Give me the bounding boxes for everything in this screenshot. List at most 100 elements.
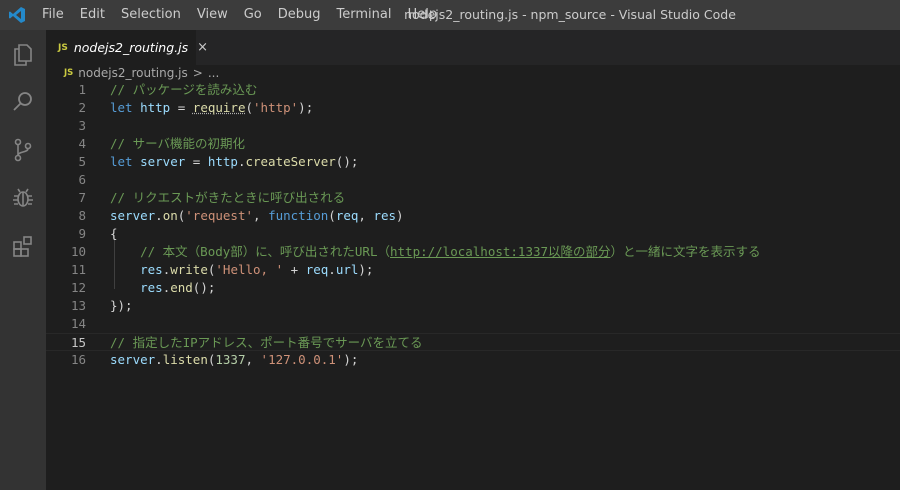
code-text: // 指定したIPアドレス、ポート番号でサーバを立てる [110, 334, 423, 352]
code-token: { [110, 226, 118, 241]
code-line[interactable]: 2 let http = require('http'); [46, 99, 900, 117]
breadcrumb-file[interactable]: nodejs2_routing.js [78, 66, 187, 80]
debug-icon[interactable] [0, 174, 46, 222]
line-number: 9 [78, 226, 86, 241]
code-text: }); [110, 297, 133, 315]
code-line[interactable]: 9{ [46, 225, 900, 243]
code-line[interactable]: 6 [46, 171, 900, 189]
breadcrumb: JS nodejs2_routing.js > ... [46, 65, 900, 81]
js-file-icon: JS [58, 42, 68, 53]
line-number: 1 [78, 82, 86, 97]
code-token: ）と一緒に文字を表示する [610, 244, 761, 259]
code-token: 'Hello, ' [215, 262, 284, 277]
activity-bar [0, 30, 46, 490]
code-token: end [170, 280, 193, 295]
line-number: 8 [78, 208, 86, 223]
code-line[interactable]: 11 res.write('Hello, ' + req.url); [46, 261, 900, 279]
code-line[interactable]: 4 // サーバ機能の初期化 [46, 135, 900, 153]
code-token: req [335, 208, 359, 223]
code-line[interactable]: 3 [46, 117, 900, 135]
code-text: server.listen(1337, '127.0.0.1'); [110, 351, 358, 369]
code-token: 'http' [253, 100, 299, 115]
code-token: let [110, 154, 141, 169]
code-token: // 本文（Body部）に、呼び出されたURL（ [110, 244, 390, 259]
menu-item-help[interactable]: Help [399, 0, 445, 30]
menu-item-terminal[interactable]: Terminal [329, 0, 400, 30]
code-token: on [162, 208, 178, 223]
chevron-right-icon: > [192, 66, 203, 80]
menu-item-file[interactable]: File [34, 0, 72, 30]
code-line[interactable]: 16 server.listen(1337, '127.0.0.1'); [46, 351, 900, 369]
line-number: 3 [78, 118, 86, 133]
line-number: 13 [70, 298, 86, 313]
code-text: res.end(); [110, 279, 215, 297]
code-token: ( [328, 208, 336, 223]
code-token: , [358, 208, 374, 223]
extensions-icon[interactable] [0, 222, 46, 270]
code-line[interactable]: 13}); [46, 297, 900, 315]
code-line[interactable]: 15 // 指定したIPアドレス、ポート番号でサーバを立てる [46, 333, 900, 351]
js-file-icon: JS [64, 68, 74, 78]
code-token: res [373, 208, 397, 223]
code-token: 'request' [185, 208, 254, 223]
code-token: require [192, 100, 246, 115]
tab-nodejs2-routing[interactable]: JS nodejs2_routing.js × [46, 30, 208, 65]
code-token: = [170, 100, 193, 115]
code-token: . [328, 262, 336, 277]
code-token: + [283, 262, 306, 277]
code-token: http://localhost:1337以降の部分 [390, 244, 611, 259]
code-token: (); [192, 280, 216, 295]
code-text: let server = http.createServer(); [110, 153, 358, 171]
menu-item-debug[interactable]: Debug [270, 0, 329, 30]
code-line[interactable]: 10 // 本文（Body部）に、呼び出されたURL（http://localh… [46, 243, 900, 261]
code-token: http [207, 154, 238, 169]
code-text: // サーバ機能の初期化 [110, 135, 245, 153]
code-text: let http = require('http'); [110, 99, 313, 117]
code-token: function [268, 208, 329, 223]
code-token: server [110, 208, 156, 223]
line-number: 16 [70, 352, 86, 367]
code-token: ); [343, 352, 359, 367]
code-token: (); [335, 154, 359, 169]
line-number: 14 [70, 316, 86, 331]
code-token: '127.0.0.1' [260, 352, 344, 367]
line-number: 2 [78, 100, 86, 115]
tab-label: nodejs2_routing.js [73, 40, 189, 55]
code-text: { [110, 225, 118, 243]
code-line[interactable]: 12 res.end(); [46, 279, 900, 297]
line-number: 7 [78, 190, 86, 205]
menu-item-edit[interactable]: Edit [72, 0, 113, 30]
menu-item-selection[interactable]: Selection [113, 0, 189, 30]
code-line[interactable]: 14 [46, 315, 900, 333]
code-line[interactable]: 7 // リクエストがきたときに呼び出される [46, 189, 900, 207]
code-text: server.on('request', function(req, res) [110, 207, 404, 225]
code-line[interactable]: 8 server.on('request', function(req, res) [46, 207, 900, 225]
code-token: ( [245, 100, 254, 115]
code-token: listen [162, 352, 208, 367]
code-line[interactable]: 5 let server = http.createServer(); [46, 153, 900, 171]
code-token: = [185, 154, 208, 169]
menu-item-go[interactable]: Go [236, 0, 270, 30]
code-token: server [140, 154, 186, 169]
code-token: // リクエストがきたときに呼び出される [110, 190, 346, 205]
code-token: ); [358, 262, 374, 277]
line-number: 12 [70, 280, 86, 295]
code-token: }); [110, 298, 133, 313]
search-icon[interactable] [0, 78, 46, 126]
source-control-icon[interactable] [0, 126, 46, 174]
code-editor[interactable]: 1// パッケージを読み込む 2 let http = require('http'… [46, 81, 900, 490]
code-token: res [140, 262, 163, 277]
menu-item-view[interactable]: View [189, 0, 236, 30]
code-token: // 指定したIPアドレス、ポート番号でサーバを立てる [110, 335, 423, 350]
code-token: 1337 [215, 352, 246, 367]
breadcrumb-more[interactable]: ... [208, 66, 219, 80]
code-token: // パッケージを読み込む [110, 82, 258, 97]
title-bar: File Edit Selection View Go Debug Terminal Help… [0, 0, 900, 30]
close-icon[interactable]: × [197, 40, 208, 55]
code-token: server [110, 352, 156, 367]
code-line[interactable]: 1 // パッケージを読み込む [46, 81, 900, 99]
code-text: // リクエストがきたときに呼び出される [110, 189, 345, 207]
explorer-icon[interactable] [0, 30, 46, 78]
